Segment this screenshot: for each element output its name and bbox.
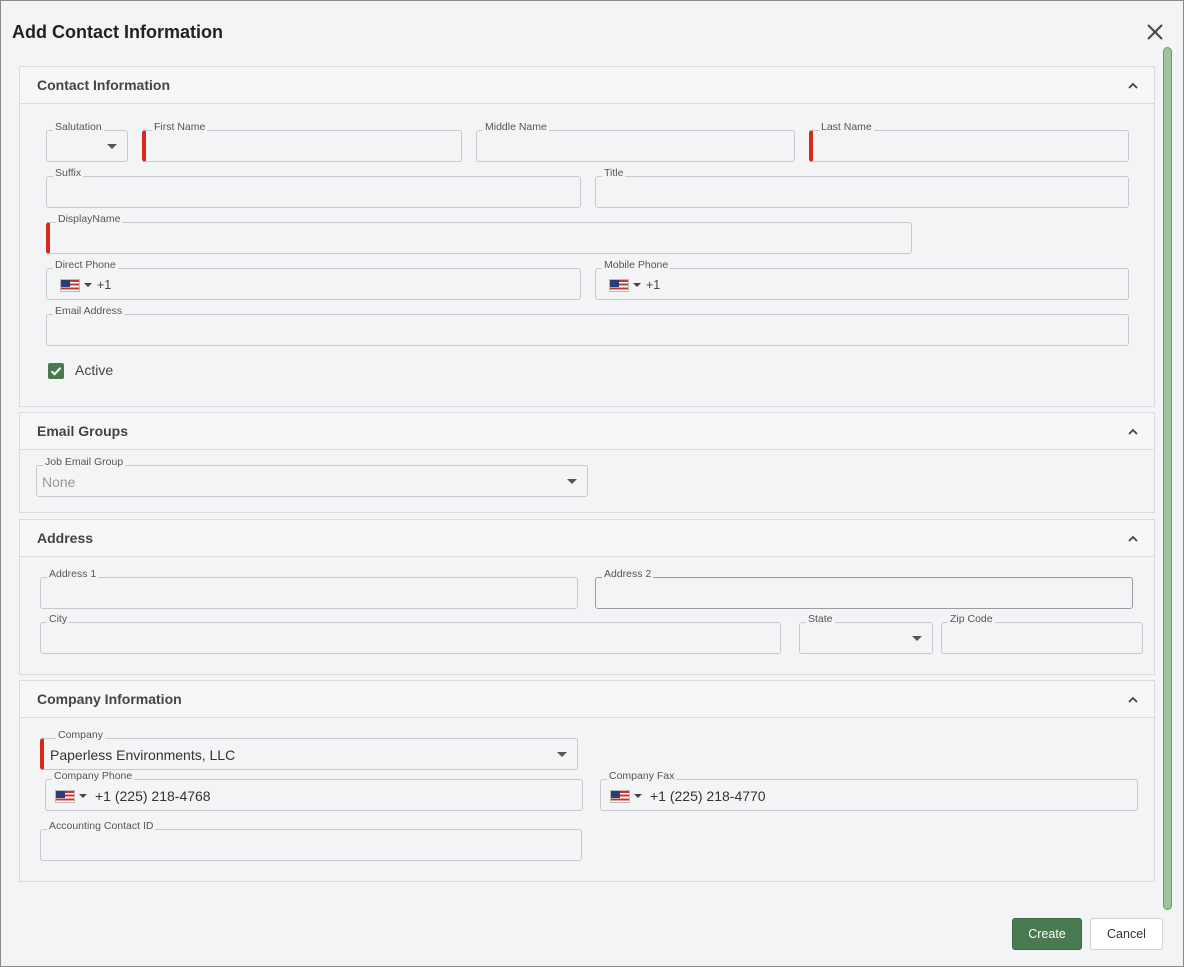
active-checkbox[interactable] (48, 363, 64, 379)
create-button[interactable]: Create (1012, 918, 1082, 950)
company-phone-label: Company Phone (52, 770, 135, 782)
scrollbar-thumb[interactable] (1163, 47, 1172, 910)
title-field[interactable]: Title (595, 167, 1129, 208)
accounting-contact-id-field[interactable]: Accounting Contact ID (40, 820, 582, 861)
email-address-field[interactable]: Email Address (46, 305, 1129, 346)
us-flag-icon (55, 789, 75, 803)
section-header[interactable]: Address (20, 520, 1154, 557)
address2-field[interactable]: Address 2 (595, 568, 1133, 609)
first-name-field[interactable]: First Name (142, 121, 462, 162)
email-address-label: Email Address (53, 305, 125, 317)
direct-phone-field[interactable]: Direct Phone +1 (46, 259, 581, 300)
job-email-group-select[interactable]: Job Email Group None (36, 456, 588, 497)
first-name-label: First Name (152, 121, 208, 133)
section-title: Address (37, 530, 94, 546)
last-name-field[interactable]: Last Name (809, 121, 1129, 162)
chevron-up-icon[interactable] (1126, 79, 1140, 93)
address1-field[interactable]: Address 1 (40, 568, 578, 609)
chevron-down-icon (84, 283, 92, 287)
active-label: Active (75, 362, 114, 378)
dialog-title: Add Contact Information (12, 22, 223, 42)
chevron-down-icon (567, 479, 577, 484)
company-value: Paperless Environments, LLC (50, 747, 236, 763)
state-label: State (806, 613, 835, 625)
salutation-label: Salutation (53, 121, 104, 133)
section-title: Email Groups (37, 423, 129, 439)
zip-code-field[interactable]: Zip Code (941, 613, 1143, 654)
chevron-down-icon (634, 794, 642, 798)
direct-phone-label: Direct Phone (53, 259, 118, 271)
title-label: Title (602, 167, 626, 179)
company-phone-value: +1 (225) 218-4768 (95, 788, 211, 804)
chevron-down-icon (79, 794, 87, 798)
company-fax-value: +1 (225) 218-4770 (650, 788, 766, 804)
zip-code-label: Zip Code (948, 613, 995, 625)
dial-code: +1 (646, 278, 661, 292)
job-email-group-value: None (42, 474, 76, 490)
email-groups-section: Email Groups (19, 412, 1155, 513)
city-field[interactable]: City (40, 613, 781, 654)
display-name-field[interactable]: DisplayName (46, 213, 912, 254)
section-title: Company Information (37, 691, 182, 707)
state-select[interactable]: State (799, 613, 933, 654)
mobile-phone-label: Mobile Phone (602, 259, 671, 271)
scrollbar[interactable] (1163, 47, 1172, 910)
address1-label: Address 1 (47, 568, 99, 580)
company-phone-field[interactable]: Company Phone +1 (225) 218-4768 (45, 770, 583, 811)
country-selector[interactable]: +1 (609, 277, 660, 293)
salutation-select[interactable]: Salutation (46, 121, 128, 162)
dial-code: +1 (97, 278, 112, 292)
city-label: City (47, 613, 70, 625)
job-email-group-label: Job Email Group (43, 456, 126, 468)
address2-label: Address 2 (602, 568, 654, 580)
close-icon[interactable] (1144, 21, 1166, 43)
us-flag-icon (60, 278, 80, 292)
company-fax-label: Company Fax (607, 770, 677, 782)
chevron-down-icon (107, 144, 117, 149)
chevron-up-icon[interactable] (1126, 693, 1140, 707)
display-name-label: DisplayName (56, 213, 123, 225)
us-flag-icon (609, 278, 629, 292)
middle-name-field[interactable]: Middle Name (476, 121, 795, 162)
last-name-label: Last Name (819, 121, 874, 133)
chevron-down-icon (557, 752, 567, 757)
company-select[interactable]: Company Paperless Environments, LLC (40, 729, 578, 770)
section-header[interactable]: Contact Information (20, 67, 1154, 104)
section-header[interactable]: Company Information (20, 681, 1154, 718)
chevron-up-icon[interactable] (1126, 532, 1140, 546)
country-selector[interactable]: +1 (60, 277, 111, 293)
middle-name-label: Middle Name (483, 121, 549, 133)
suffix-label: Suffix (53, 167, 84, 179)
chevron-down-icon (912, 636, 922, 641)
cancel-button[interactable]: Cancel (1090, 918, 1163, 950)
chevron-down-icon (633, 283, 641, 287)
checkmark-icon (50, 367, 62, 376)
section-header[interactable]: Email Groups (20, 413, 1154, 450)
country-selector[interactable]: +1 (225) 218-4770 (610, 788, 766, 804)
chevron-up-icon[interactable] (1126, 425, 1140, 439)
us-flag-icon (610, 789, 630, 803)
company-fax-field[interactable]: Company Fax +1 (225) 218-4770 (600, 770, 1138, 811)
add-contact-dialog: Add Contact Information Contact Informat… (0, 0, 1184, 967)
country-selector[interactable]: +1 (225) 218-4768 (55, 788, 211, 804)
company-label: Company (56, 729, 105, 741)
section-title: Contact Information (37, 77, 170, 93)
accounting-contact-id-label: Accounting Contact ID (47, 820, 156, 832)
mobile-phone-field[interactable]: Mobile Phone +1 (595, 259, 1129, 300)
suffix-field[interactable]: Suffix (46, 167, 581, 208)
